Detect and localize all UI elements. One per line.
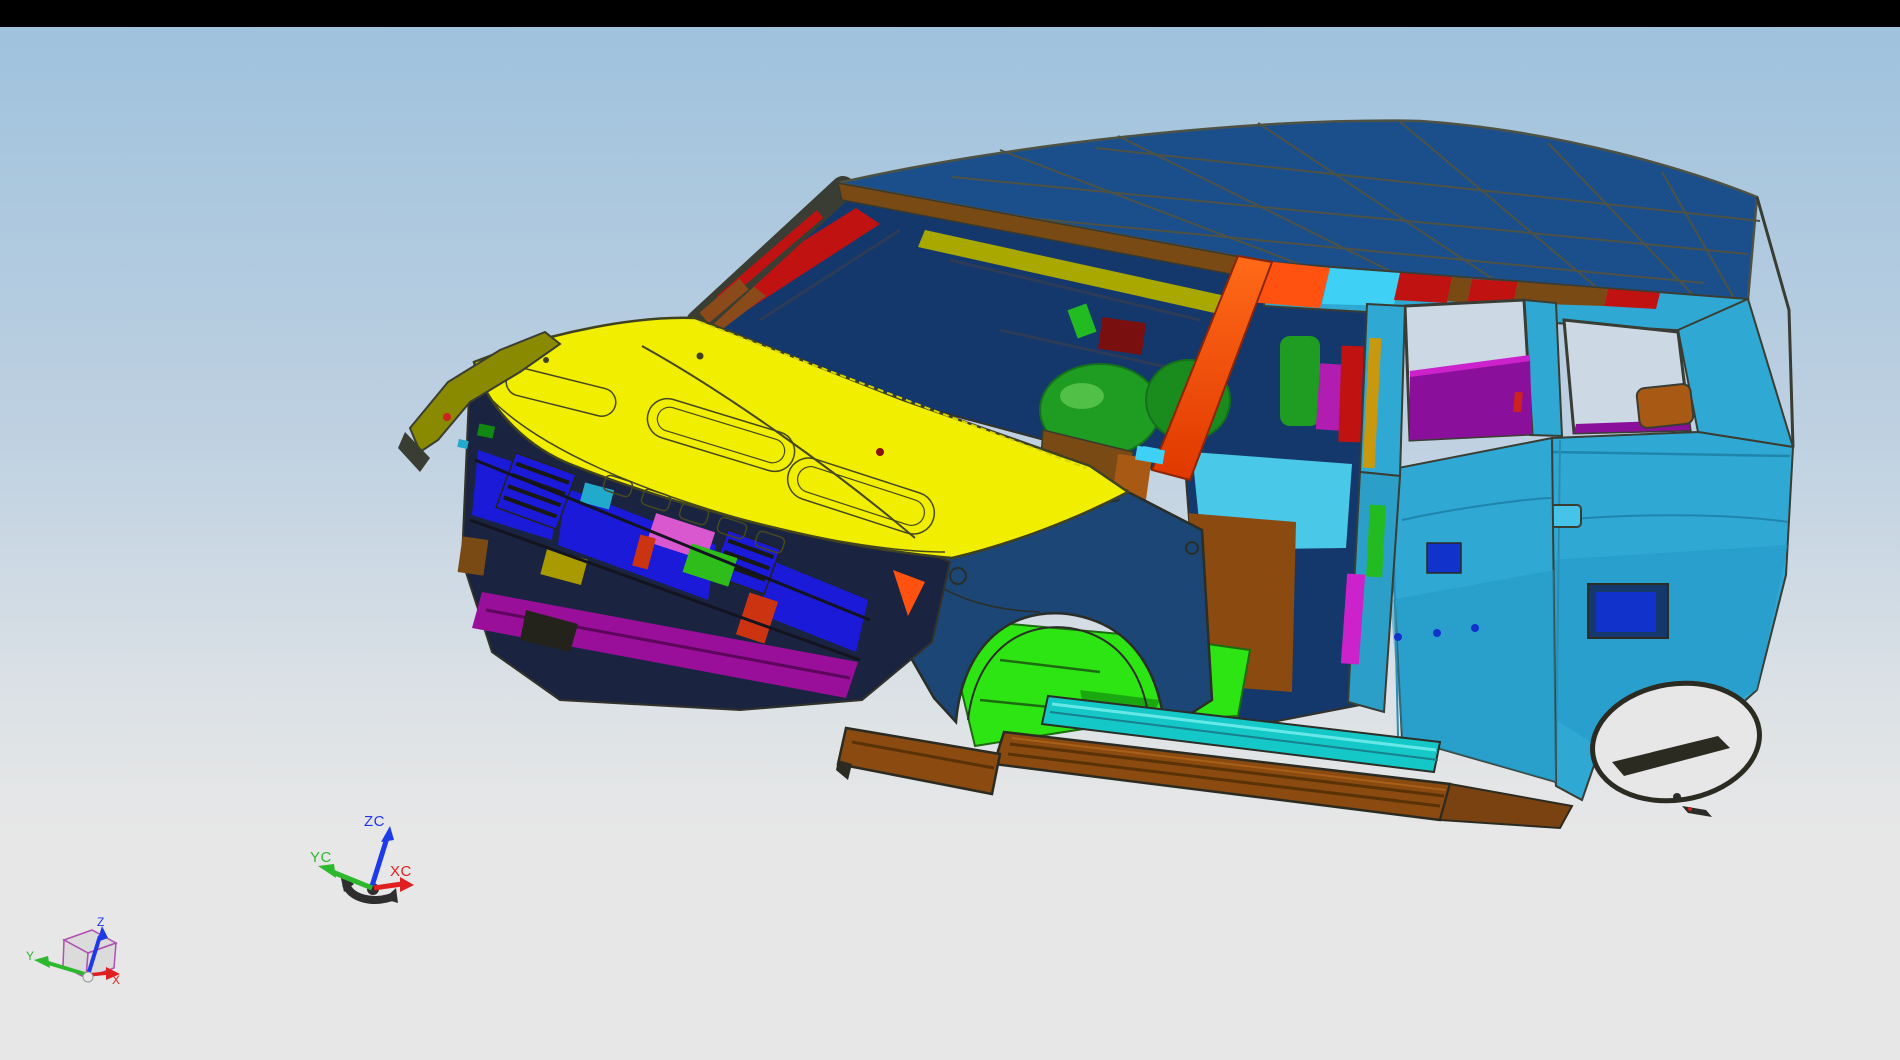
door-blue-bracket[interactable] [1427, 543, 1461, 573]
window-top-bar [0, 0, 1900, 27]
csys-z-label: Z [97, 915, 104, 929]
rear-door-window-aperture[interactable] [1405, 300, 1532, 440]
quarter-blue-bracket[interactable] [1596, 592, 1656, 632]
rear-quarter-panel[interactable] [1545, 432, 1793, 812]
rocker-tail-skirt[interactable] [1440, 784, 1572, 828]
csys-origin-ball [83, 972, 93, 982]
wcs-triad[interactable]: ZC YC XC [310, 813, 414, 903]
cad-3d-view[interactable]: ZC YC XC Z [0, 27, 1900, 1060]
csys-x-label: X [112, 973, 120, 987]
graphics-viewport[interactable]: ZC YC XC Z [0, 27, 1900, 1060]
quarter-window-aperture[interactable] [1564, 320, 1694, 433]
wcs-z-label: ZC [364, 813, 385, 830]
car-body-model[interactable] [398, 120, 1793, 828]
wcs-y-label: YC [310, 849, 332, 866]
wcs-y-axis[interactable]: YC [310, 849, 372, 888]
csys-y-label: Y [26, 949, 34, 963]
absolute-csys-triad: Z Y X [26, 915, 120, 987]
wcs-x-label: XC [390, 863, 412, 880]
application-window: ZC YC XC Z [0, 0, 1900, 1060]
